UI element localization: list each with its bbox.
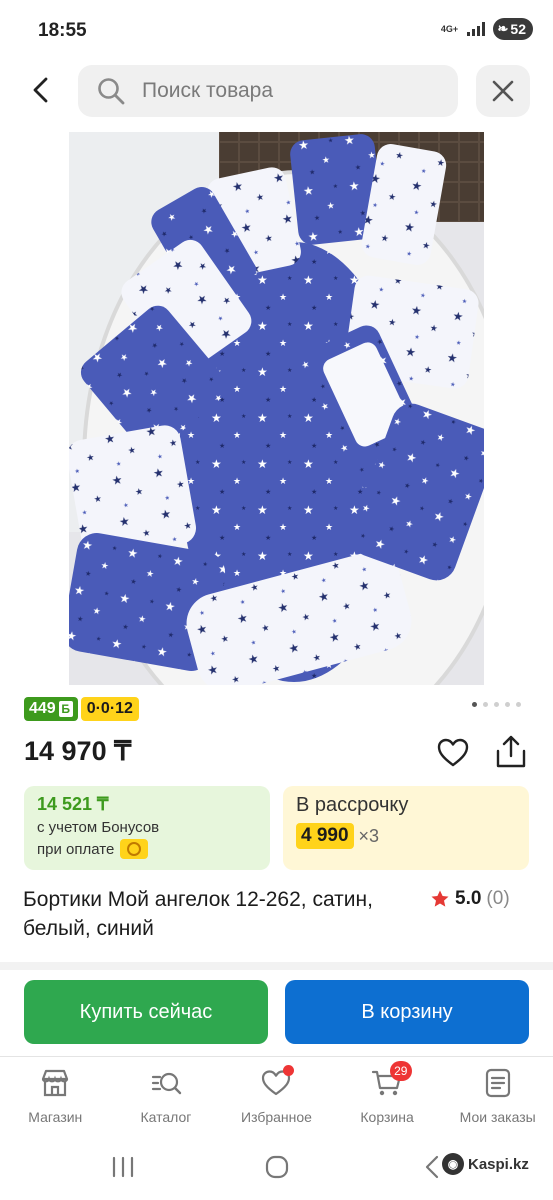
status-icons: 4G+ ❧ 52: [441, 18, 533, 40]
nav-item-catalog[interactable]: Каталог: [111, 1057, 222, 1136]
pager-dot: [472, 702, 477, 707]
top-header: Поиск товара: [0, 62, 553, 122]
bonus-payment-text: при оплате: [37, 840, 115, 858]
cart-count-badge: 29: [389, 1061, 412, 1081]
close-icon: [492, 80, 514, 102]
nav-item-store[interactable]: Магазин: [0, 1057, 111, 1136]
close-button[interactable]: [476, 65, 530, 117]
section-divider: [0, 962, 553, 970]
favorite-button[interactable]: [436, 736, 470, 770]
search-input[interactable]: Поиск товара: [78, 65, 458, 117]
system-navigation-bar: ◉ Kaspi.kz: [0, 1136, 553, 1200]
nav-item-orders[interactable]: Мои заказы: [442, 1057, 553, 1136]
share-icon: [496, 735, 526, 768]
nav-item-favorites[interactable]: Избранное: [221, 1057, 332, 1136]
nav-label-cart: Корзина: [360, 1109, 414, 1125]
heart-icon: [437, 738, 469, 767]
product-rating[interactable]: 5.0 (0): [430, 888, 510, 910]
status-bar: 18:55 4G+ ❧ 52: [0, 0, 553, 62]
share-button[interactable]: [494, 734, 528, 770]
image-pager[interactable]: [472, 702, 521, 707]
chevron-left-icon: [33, 77, 48, 103]
add-to-cart-button[interactable]: В корзину: [285, 980, 529, 1044]
system-back-icon[interactable]: [424, 1155, 440, 1179]
product-title: Бортики Мой ангелок 12-262, сатин, белый…: [23, 888, 373, 940]
installment-multiplier: ×3: [358, 825, 380, 846]
bonus-badge-unit: Б: [58, 701, 73, 717]
bonus-note: с учетом Бонусов: [37, 819, 160, 836]
search-icon: [98, 78, 125, 105]
nav-label-favorites: Избранное: [241, 1109, 312, 1125]
recent-apps-icon[interactable]: [110, 1156, 136, 1178]
installment-amount: 4 990: [296, 823, 354, 849]
leaf-icon: ❧: [497, 21, 509, 36]
bonus-badge-value: 449: [29, 700, 56, 717]
bonus-price: 14 521 ₸: [37, 794, 109, 814]
kaspi-logo-icon: ◉: [442, 1153, 464, 1175]
bonus-badge: 449 Б: [24, 697, 78, 721]
product-image[interactable]: ★ ★ ★ ★ ★ ★ ★: [69, 132, 484, 685]
status-time: 18:55: [38, 20, 87, 41]
product-photo: ★ ★ ★ ★ ★ ★ ★: [69, 132, 484, 685]
buy-now-button[interactable]: Купить сейчас: [24, 980, 268, 1044]
product-badges: 449 Б 0·0·12: [24, 697, 139, 721]
back-button[interactable]: [26, 74, 58, 106]
kaspi-pay-icon: [120, 839, 149, 859]
home-icon[interactable]: [265, 1155, 289, 1179]
watermark-text: Kaspi.kz: [468, 1155, 529, 1173]
installment-card[interactable]: В рассрочку 4 990 ×3: [283, 786, 529, 870]
installment-title: В рассрочку: [296, 794, 409, 816]
nav-item-cart[interactable]: 29 Корзина: [332, 1057, 443, 1136]
nav-label-catalog: Каталог: [140, 1109, 192, 1125]
signal-icon: [466, 22, 485, 36]
pager-dot: [505, 702, 510, 707]
review-count: (0): [486, 888, 510, 909]
catalog-search-icon: [151, 1072, 182, 1095]
kaspi-watermark: ◉ Kaspi.kz: [442, 1153, 529, 1175]
store-icon: [42, 1069, 69, 1097]
battery-icon: ❧ 52: [492, 18, 533, 40]
nav-label-orders: Мои заказы: [459, 1109, 536, 1125]
pager-dot: [483, 702, 488, 707]
network-type: 4G+: [440, 23, 459, 34]
orders-icon: [485, 1068, 510, 1098]
pager-dot: [516, 702, 521, 707]
battery-level: 52: [510, 21, 526, 37]
bonus-payment-row: при оплате: [37, 839, 257, 859]
nav-label-store: Магазин: [28, 1109, 83, 1125]
star-icon: [431, 890, 449, 907]
product-price: 14 970 ₸: [24, 736, 132, 766]
notification-dot: [283, 1065, 295, 1076]
installment-badge: 0·0·12: [80, 697, 139, 721]
bonus-price-card[interactable]: 14 521 ₸ с учетом Бонусов при оплате: [24, 786, 270, 870]
bottom-navigation: Магазин Каталог Избранное 29 Корзина Мои…: [0, 1056, 553, 1136]
search-placeholder: Поиск товара: [142, 79, 274, 102]
installment-row: 4 990 ×3: [296, 823, 516, 849]
rating-value: 5.0: [455, 888, 482, 909]
pager-dot: [494, 702, 499, 707]
